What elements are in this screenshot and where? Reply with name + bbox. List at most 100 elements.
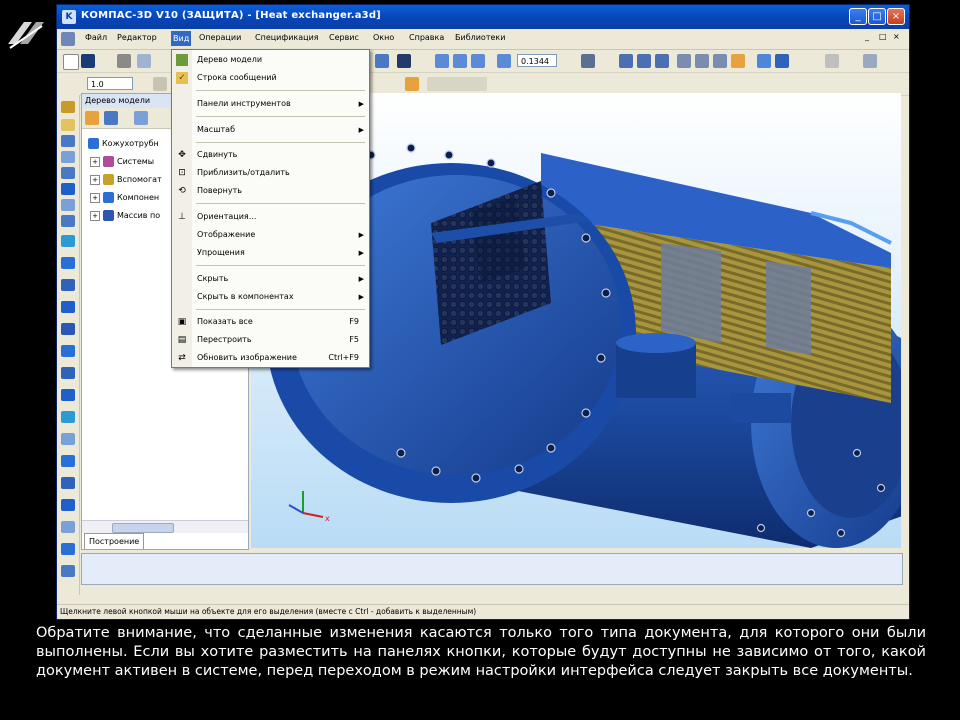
print-icon[interactable] — [117, 54, 131, 68]
expand-icon[interactable]: + — [90, 192, 100, 203]
submenu-arrow-icon: ▶ — [358, 100, 364, 108]
spec-tool-icon[interactable] — [61, 367, 75, 379]
menu-view[interactable]: Вид — [171, 31, 192, 46]
tree-item-components[interactable]: + Компонен — [90, 192, 159, 203]
expand-icon[interactable]: + — [90, 156, 100, 167]
menu-item-hide-in-components[interactable]: Скрыть в компонентах ▶ — [172, 289, 369, 305]
menu-service[interactable]: Сервис — [329, 33, 359, 42]
manager-icon[interactable] — [375, 54, 389, 68]
perspective-icon[interactable] — [775, 54, 789, 68]
close-button[interactable]: × — [887, 8, 905, 25]
assembly-tool-icon[interactable] — [61, 257, 75, 269]
edit-tool-icon[interactable] — [61, 135, 75, 147]
menu-item-orientation[interactable]: ⊥ Ориентация... — [172, 209, 369, 225]
arrays-tool-icon[interactable] — [61, 183, 75, 195]
mdi-close-button[interactable]: × — [893, 32, 900, 41]
check-tool-icon[interactable] — [61, 543, 75, 555]
property-panel[interactable] — [81, 553, 903, 585]
toolbar-extra-icon[interactable] — [863, 54, 877, 68]
snap-icon[interactable] — [405, 77, 419, 91]
tree-view-icon[interactable] — [104, 111, 118, 125]
coordinate-field[interactable] — [427, 77, 487, 91]
design-tool-icon[interactable] — [61, 521, 75, 533]
thin-lines-icon[interactable] — [713, 54, 727, 68]
geometry-tool-icon[interactable] — [61, 119, 75, 131]
routing-tool-icon[interactable] — [61, 433, 75, 445]
zoom-window-icon[interactable] — [435, 54, 449, 68]
sheet-metal-icon[interactable] — [61, 215, 75, 227]
tree-item-coordinate-systems[interactable]: + Системы — [90, 156, 154, 167]
measure-tool-icon[interactable] — [61, 323, 75, 335]
menu-help[interactable]: Справка — [409, 33, 444, 42]
menu-item-scale[interactable]: Масштаб ▶ — [172, 122, 369, 138]
menu-item-display[interactable]: Отображение ▶ — [172, 227, 369, 243]
expand-icon[interactable]: + — [90, 174, 100, 185]
select-tool-icon[interactable] — [61, 101, 75, 113]
tree-mode-icon[interactable] — [85, 111, 99, 125]
menu-window[interactable]: Окно — [373, 33, 394, 42]
minimize-button[interactable]: _ — [849, 8, 867, 25]
menu-item-model-tree[interactable]: Дерево модели — [172, 52, 369, 68]
halftone-icon[interactable] — [731, 54, 745, 68]
orthogonal-icon[interactable] — [153, 77, 167, 91]
rotate-icon[interactable] — [655, 54, 669, 68]
mdi-minimize-button[interactable]: _ — [865, 32, 869, 41]
zoom-out-icon[interactable] — [471, 54, 485, 68]
step-combo[interactable]: 1.0 — [87, 77, 133, 90]
tab-construction[interactable]: Построение — [84, 533, 145, 549]
weld-tool-icon[interactable] — [61, 455, 75, 467]
diagnostics-tool-icon[interactable] — [61, 301, 75, 313]
surfaces-tool-icon[interactable] — [61, 167, 75, 179]
expand-icon[interactable]: + — [90, 210, 100, 221]
cable-tool-icon[interactable] — [61, 477, 75, 489]
filters-tool-icon[interactable] — [61, 345, 75, 357]
menu-item-simplifications[interactable]: Упрощения ▶ — [172, 245, 369, 261]
save-icon[interactable] — [81, 54, 95, 68]
menu-item-show-all[interactable]: ▣ Показать все F9 — [172, 314, 369, 330]
menu-file[interactable]: Файл — [85, 33, 107, 42]
menu-item-zoom[interactable]: ⊡ Приблизить/отдалить — [172, 165, 369, 181]
zoom-icon[interactable] — [497, 54, 511, 68]
menu-operations[interactable]: Операции — [199, 33, 241, 42]
maximize-button[interactable]: □ — [868, 8, 886, 25]
scale-combo[interactable]: 0.1344 — [517, 54, 557, 67]
tree-item-auxiliary[interactable]: + Вспомогат — [90, 174, 162, 185]
properties-tool-icon[interactable] — [61, 565, 75, 577]
mdi-restore-button[interactable]: □ — [879, 32, 887, 41]
menu-item-refresh[interactable]: ⇄ Обновить изображение Ctrl+F9 — [172, 350, 369, 366]
menu-item-message-bar[interactable]: ✓ Строка сообщений — [172, 70, 369, 86]
reports-tool-icon[interactable] — [61, 389, 75, 401]
pan-icon[interactable] — [619, 54, 633, 68]
menu-specification[interactable]: Спецификация — [255, 33, 319, 42]
wireframe-icon[interactable] — [677, 54, 691, 68]
orientation-icon[interactable] — [581, 54, 595, 68]
menu-separator — [196, 309, 365, 310]
help-cursor-icon[interactable] — [397, 54, 411, 68]
menu-libraries[interactable]: Библиотеки — [455, 33, 505, 42]
new-document-icon[interactable] — [63, 54, 79, 70]
pipe-tool-icon[interactable] — [61, 499, 75, 511]
menu-item-toolbars[interactable]: Панели инструментов ▶ — [172, 96, 369, 112]
aux-geometry-icon[interactable] — [61, 199, 75, 211]
zoom-in-icon[interactable] — [453, 54, 467, 68]
menu-item-hide[interactable]: Скрыть ▶ — [172, 271, 369, 287]
scroll-thumb[interactable] — [112, 523, 174, 533]
menu-item-rebuild[interactable]: ▤ Перестроить F5 — [172, 332, 369, 348]
tree-item-pattern[interactable]: + Массив по — [90, 210, 160, 221]
menu-item-rotate[interactable]: ⟲ Повернуть — [172, 183, 369, 199]
curves-tool-icon[interactable] — [61, 151, 75, 163]
mates-tool-icon[interactable] — [61, 279, 75, 291]
tree-horizontal-scrollbar[interactable] — [82, 520, 248, 533]
preview-icon[interactable] — [137, 54, 151, 68]
tree-filter-icon[interactable] — [134, 111, 148, 125]
shaded-icon[interactable] — [757, 54, 771, 68]
document-icon[interactable] — [61, 32, 75, 46]
hidden-lines-icon[interactable] — [695, 54, 709, 68]
library-tool-icon[interactable] — [61, 411, 75, 423]
tree-root[interactable]: Кожухотрубн — [88, 138, 159, 149]
menu-item-pan[interactable]: ✥ Сдвинуть — [172, 147, 369, 163]
dimensions-tool-icon[interactable] — [61, 235, 75, 247]
zoom-dynamic-icon[interactable] — [637, 54, 651, 68]
menu-editor[interactable]: Редактор — [117, 33, 157, 42]
grid-icon[interactable] — [825, 54, 839, 68]
